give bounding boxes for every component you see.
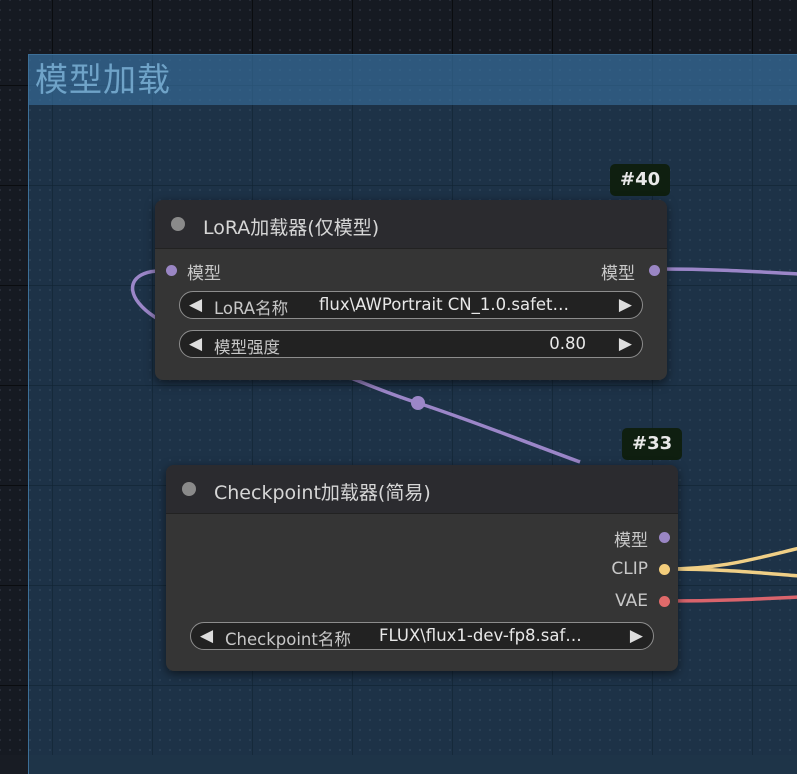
output-model-label: 模型 (614, 531, 648, 551)
output-clip-label: CLIP (611, 559, 648, 579)
node-title: LoRA加载器(仅模型) (203, 217, 380, 239)
group-header[interactable]: 模型加载 (29, 55, 797, 105)
widget-name: Checkpoint名称 (225, 630, 351, 649)
left-arrow-icon[interactable]: ◀ (189, 295, 202, 315)
model-strength-widget[interactable]: ◀ 模型强度 0.80 ▶ (179, 330, 643, 358)
input-model-label: 模型 (187, 264, 221, 284)
node-id-badge-checkpoint: #33 (622, 428, 683, 460)
left-arrow-icon[interactable]: ◀ (189, 334, 202, 354)
widget-name: 模型强度 (214, 338, 280, 357)
right-arrow-icon[interactable]: ▶ (619, 334, 632, 354)
output-vae-label: VAE (615, 591, 648, 611)
checkpoint-name-widget[interactable]: ◀ Checkpoint名称 FLUX\flux1-dev-fp8.saf… ▶ (190, 622, 654, 650)
output-model-slot-icon[interactable] (659, 532, 670, 543)
right-arrow-icon[interactable]: ▶ (630, 626, 643, 646)
node-title: Checkpoint加载器(简易) (214, 482, 431, 504)
widget-name: LoRA名称 (214, 299, 289, 318)
widget-value: FLUX\flux1-dev-fp8.saf… (379, 626, 582, 645)
left-arrow-icon[interactable]: ◀ (200, 626, 213, 646)
input-model-slot-icon[interactable] (166, 265, 177, 276)
group-title: 模型加载 (35, 60, 171, 99)
collapse-dot-icon[interactable] (182, 482, 196, 496)
widget-value: 0.80 (549, 334, 586, 353)
output-model-slot-icon[interactable] (649, 265, 660, 276)
right-arrow-icon[interactable]: ▶ (619, 295, 632, 315)
node-id-badge-lora: #40 (610, 164, 671, 196)
lora-name-widget[interactable]: ◀ LoRA名称 flux\AWPortrait CN_1.0.safet… ▶ (179, 291, 643, 319)
output-model-label: 模型 (601, 264, 635, 284)
widget-value: flux\AWPortrait CN_1.0.safet… (319, 295, 570, 314)
collapse-dot-icon[interactable] (171, 217, 185, 231)
checkpoint-loader-node[interactable]: Checkpoint加载器(简易) 模型 CLIP VAE ◀ Checkpoi… (166, 465, 678, 671)
node-header[interactable]: LoRA加载器(仅模型) (155, 200, 667, 249)
output-clip-slot-icon[interactable] (659, 564, 670, 575)
output-vae-slot-icon[interactable] (659, 596, 670, 607)
node-header[interactable]: Checkpoint加载器(简易) (166, 465, 678, 514)
lora-loader-node[interactable]: LoRA加载器(仅模型) 模型 模型 ◀ LoRA名称 flux\AWPortr… (155, 200, 667, 380)
